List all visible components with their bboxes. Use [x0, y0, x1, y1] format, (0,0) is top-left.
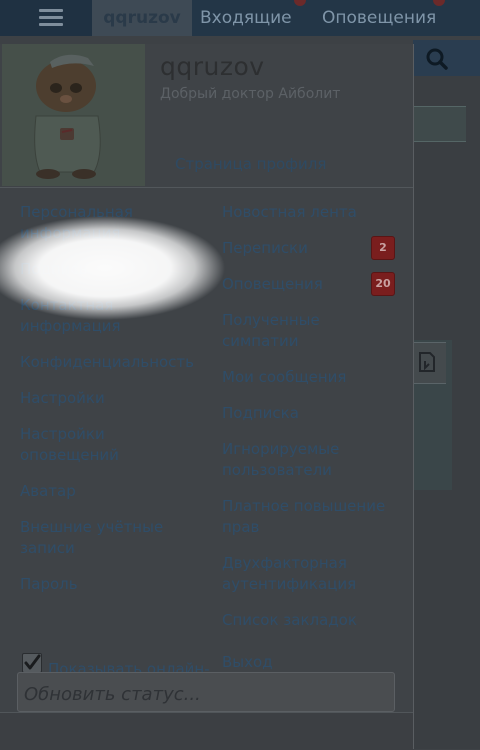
- menu-item-logout[interactable]: Выход: [222, 652, 392, 673]
- document-edit-icon[interactable]: [416, 350, 438, 374]
- tab-user-label: qqruzov: [103, 8, 181, 28]
- menu-item-password[interactable]: Пароль: [20, 574, 200, 595]
- menu-item-my-posts[interactable]: Мои сообщения: [222, 367, 392, 388]
- menu-item-external-accounts[interactable]: Внешние учётные записи: [20, 517, 180, 559]
- menu-item-two-factor-auth[interactable]: Двухфакторная аутентификация: [222, 553, 382, 595]
- profile-page-link[interactable]: Страница профиля: [175, 155, 326, 173]
- account-menu: qqruzov Добрый доктор Айболит Страница п…: [0, 44, 414, 750]
- status-input[interactable]: [17, 672, 395, 712]
- alerts-count-badge: 20: [371, 272, 395, 296]
- menu-item-alert-settings[interactable]: Настройки оповещений: [20, 424, 170, 466]
- menu-item-contact-info[interactable]: Контактная информация: [20, 295, 180, 337]
- alerts-indicator: [433, 0, 445, 6]
- menu-item-signature[interactable]: Подпись: [20, 259, 200, 280]
- profile-name: qqruzov: [160, 52, 265, 81]
- conversations-count-badge: 2: [371, 236, 395, 260]
- avatar[interactable]: [2, 44, 145, 186]
- menu-item-ignored-users[interactable]: Игнорируемые пользователи: [222, 439, 372, 481]
- tab-user[interactable]: qqruzov: [92, 0, 192, 36]
- menu-item-personal-info[interactable]: Персональная информация: [20, 202, 200, 244]
- menu-item-news-feed[interactable]: Новостная лента: [222, 202, 392, 223]
- inbox-indicator: [294, 0, 306, 6]
- search-icon[interactable]: [424, 46, 450, 72]
- menu-item-paid-upgrades[interactable]: Платное повышение прав: [222, 496, 397, 538]
- menu-item-privacy[interactable]: Конфиденциальность: [20, 352, 210, 373]
- status-area: [0, 712, 413, 750]
- tab-alerts[interactable]: Оповещения: [322, 8, 436, 28]
- divider: [0, 187, 413, 188]
- menu-item-avatar[interactable]: Аватар: [20, 481, 200, 502]
- top-navigation: qqruzov Входящие Оповещения: [0, 0, 480, 36]
- menu-item-subscription[interactable]: Подписка: [222, 403, 392, 424]
- avatar-image: [2, 44, 145, 186]
- menu-icon[interactable]: [0, 0, 92, 36]
- menu-item-received-likes[interactable]: Полученные симпатии: [222, 310, 352, 352]
- menu-item-conversations[interactable]: Переписки: [222, 238, 362, 259]
- profile-title: Добрый доктор Айболит: [160, 86, 341, 102]
- menu-item-bookmarks[interactable]: Список закладок: [222, 610, 392, 631]
- menu-item-settings[interactable]: Настройки: [20, 388, 200, 409]
- background-panel: [413, 106, 466, 142]
- tab-inbox[interactable]: Входящие: [200, 8, 292, 28]
- menu-item-alerts[interactable]: Оповещения: [222, 274, 362, 295]
